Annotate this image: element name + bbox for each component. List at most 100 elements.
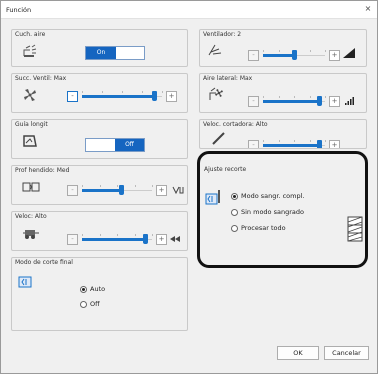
final-cut-auto-option[interactable]: Auto [80, 285, 105, 293]
slider-fill [263, 54, 294, 57]
prof-hendido-label: Prof hendido: Med [15, 167, 70, 174]
toggle-on-segment: On [86, 47, 116, 59]
increase-button[interactable]: + [329, 50, 340, 61]
group-veloc: Veloc: Alto - + [11, 211, 188, 251]
slider-tick [117, 234, 118, 236]
slider-thumb[interactable] [292, 50, 297, 60]
cuch-aire-toggle[interactable]: On [85, 46, 145, 60]
slider-tick [263, 50, 264, 52]
rewind-icon [170, 236, 180, 244]
radio-off-label: Off [90, 300, 100, 308]
decrease-button[interactable]: - [67, 91, 78, 102]
title-bar: Función × [1, 1, 377, 19]
veloc-cortadora-label: Veloc. cortadora: Alto [203, 121, 268, 128]
slider-tick [309, 96, 311, 98]
prof-hendido-slider[interactable]: - + [67, 185, 167, 197]
guia-longit-toggle[interactable]: Off [85, 138, 145, 152]
slider-tick [325, 50, 326, 52]
radio-auto-label: Auto [90, 285, 106, 293]
group-ventilador: Ventilador: 2 - + [199, 29, 367, 67]
crease-shape-icon [172, 186, 184, 196]
increase-button[interactable]: + [329, 96, 340, 107]
aire-lateral-label: Aire lateral: Max [203, 75, 253, 82]
slider-tick [294, 140, 295, 142]
side-air-icon [208, 87, 224, 103]
slider-tick [102, 91, 103, 93]
slider-tick [162, 91, 163, 93]
group-cuch-aire: Cuch. aire On [11, 29, 188, 67]
slider-tick [82, 234, 83, 236]
radio-auto[interactable] [80, 285, 87, 293]
slider-tick [309, 140, 311, 142]
slider-tick [134, 234, 136, 236]
succ-ventil-slider[interactable]: - + [67, 91, 177, 103]
veloc-label: Veloc: Alto [15, 213, 47, 220]
increase-button[interactable]: + [156, 185, 167, 196]
veloc-cortadora-slider[interactable]: - + [248, 140, 340, 148]
slider-fill [82, 189, 121, 192]
increase-button[interactable]: + [166, 91, 177, 102]
group-veloc-cortadora: Veloc. cortadora: Alto - + [199, 119, 367, 149]
slider-tick [152, 234, 153, 236]
slider-tick [152, 185, 153, 187]
cuch-aire-label: Cuch. aire [15, 31, 46, 38]
group-modo-corte-final: Modo de corte final Auto Off [11, 257, 188, 331]
cancel-button[interactable]: Cancelar [324, 346, 369, 360]
final-cut-off-option[interactable]: Off [80, 300, 100, 308]
slider-thumb[interactable] [316, 140, 322, 148]
slider-fill [82, 238, 145, 241]
fan-icon [22, 88, 38, 104]
group-succ-ventil: Succ. Ventil: Max - + [11, 73, 188, 113]
slider-tick [99, 185, 101, 187]
increase-button[interactable]: + [329, 140, 340, 148]
slider-fill [263, 100, 319, 103]
radio-off[interactable] [80, 300, 87, 308]
slider-thumb[interactable] [316, 96, 322, 106]
signal-bars-icon [345, 97, 355, 107]
slider-tick [278, 50, 280, 52]
decrease-button[interactable]: - [248, 50, 259, 61]
slider-tick [99, 234, 101, 236]
decrease-button[interactable]: - [248, 96, 259, 107]
toggle-state-segment: Off [115, 139, 144, 151]
ventilador-slider[interactable]: - + [248, 50, 340, 62]
volume-bars-icon [343, 48, 355, 60]
guia-longit-label: Guía longit [15, 121, 48, 128]
group-guia-longit: Guía longit Off [11, 119, 188, 159]
slider-thumb[interactable] [118, 185, 124, 195]
slider-tick [142, 91, 143, 93]
dialog-title: Función [6, 6, 32, 14]
feed-speed-icon [22, 226, 40, 242]
toggle-off-segment [86, 139, 115, 151]
group-aire-lateral: Aire lateral: Max - + [199, 73, 367, 113]
close-button[interactable]: × [363, 4, 373, 14]
slider-thumb[interactable] [143, 234, 148, 244]
modo-corte-final-label: Modo de corte final [15, 259, 73, 266]
slider-tick [309, 50, 311, 52]
aire-lateral-slider[interactable]: - + [248, 96, 340, 108]
slider-thumb[interactable] [152, 91, 157, 101]
crease-depth-icon [22, 181, 40, 195]
slider-tick [134, 185, 136, 187]
succ-ventil-label: Succ. Ventil: Max [15, 75, 67, 82]
trim-settings-highlight [197, 151, 368, 268]
slider-tick [325, 96, 326, 98]
decrease-button[interactable]: - [67, 234, 78, 245]
guide-icon [22, 134, 38, 150]
decrease-button[interactable]: - [67, 185, 78, 196]
slider-tick [263, 140, 264, 142]
veloc-slider[interactable]: - + [67, 234, 167, 246]
group-prof-hendido: Prof hendido: Med - + [11, 165, 188, 205]
slider-fill [82, 95, 154, 98]
decrease-button[interactable]: - [248, 140, 259, 148]
slider-tick [325, 140, 326, 142]
slider-fill [263, 144, 319, 147]
slider-tick [82, 91, 83, 93]
slider-tick [122, 91, 123, 93]
slider-tick [117, 185, 118, 187]
increase-button[interactable]: + [156, 234, 167, 245]
final-cut-icon [18, 273, 34, 295]
slider-tick [82, 185, 83, 187]
ok-button[interactable]: OK [277, 346, 319, 360]
slider-tick [278, 140, 280, 142]
